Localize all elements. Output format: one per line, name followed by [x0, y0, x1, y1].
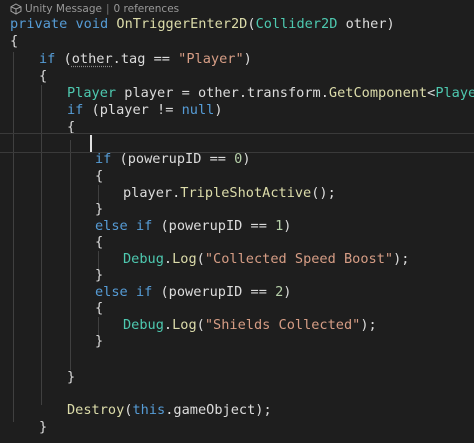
punctuation: ( — [247, 16, 256, 32]
identifier: player. — [123, 185, 181, 201]
punctuation: ); — [393, 251, 410, 267]
brace: { — [95, 168, 104, 184]
method-name: OnTriggerEnter2D — [116, 16, 248, 32]
code-line: Debug.Log("Collected Speed Boost"); — [123, 249, 409, 269]
code-line: Debug.Log("Shields Collected"); — [123, 315, 377, 335]
keyword: private — [10, 16, 68, 32]
expression: (powerupID == — [152, 284, 276, 300]
code-line: private void OnTriggerEnter2D(Collider2D… — [10, 14, 395, 34]
indent-guide — [70, 140, 71, 370]
method-name: Destroy — [67, 402, 125, 418]
keyword: if — [67, 102, 84, 118]
keyword: if — [39, 51, 56, 67]
code-line: } — [39, 417, 47, 437]
method-name: GetComponent — [328, 85, 428, 101]
expression: .tag == — [112, 51, 179, 67]
method-name: Log — [172, 317, 197, 333]
punctuation: . — [163, 251, 173, 267]
code-line: if (other.tag == "Player") — [39, 49, 252, 69]
expression: (player != — [83, 102, 182, 118]
method-name: TripleShotActive — [180, 185, 312, 201]
type-name: Player — [435, 85, 474, 101]
code-line: { — [39, 66, 47, 86]
keyword: if — [135, 218, 153, 234]
punctuation: ( — [196, 317, 205, 333]
brace: { — [95, 300, 104, 316]
string-literal: "Player" — [178, 51, 244, 67]
code-line: else if (powerupID == 2) — [95, 282, 291, 302]
keyword: void — [75, 16, 109, 32]
code-line: } — [95, 331, 103, 351]
brace: { — [95, 234, 104, 250]
punctuation: ( — [55, 51, 72, 67]
code-line: player.TripleShotActive(); — [123, 183, 336, 203]
method-name: Log — [172, 251, 197, 267]
type-name: Debug — [123, 251, 164, 267]
keyword: if — [95, 151, 112, 167]
punctuation: ); — [360, 317, 377, 333]
expression: player = other.transform. — [116, 85, 329, 101]
code-line: else if (powerupID == 1) — [95, 216, 291, 236]
expression: (powerupID == — [152, 218, 276, 234]
keyword: this — [132, 402, 166, 418]
brace: } — [67, 369, 76, 385]
punctuation: ) — [283, 284, 292, 300]
indent-guide — [13, 52, 14, 422]
punctuation: ) — [242, 151, 251, 167]
parameter: other) — [337, 16, 395, 32]
expression: .gameObject); — [165, 402, 272, 418]
brace: } — [95, 333, 104, 349]
code-line: { — [95, 298, 103, 318]
code-line: } — [67, 367, 75, 387]
code-line: Destroy(this.gameObject); — [67, 400, 272, 420]
identifier-other: other — [71, 51, 113, 67]
brace: } — [39, 419, 48, 435]
punctuation: ( — [196, 251, 205, 267]
punctuation: ) — [214, 102, 223, 118]
text-cursor — [90, 135, 92, 152]
code-line: { — [95, 232, 103, 252]
punctuation: ) — [283, 218, 292, 234]
punctuation: (); — [311, 185, 336, 201]
type-name: Debug — [123, 317, 164, 333]
brace: { — [10, 33, 19, 49]
keyword: if — [135, 284, 153, 300]
code-line: { — [10, 31, 18, 51]
code-editor[interactable]: Unity Message | 0 references private voi… — [0, 0, 474, 443]
code-line: { — [95, 166, 103, 186]
brace: } — [95, 201, 104, 217]
string-literal: "Collected Speed Boost" — [204, 251, 394, 267]
type-name: Collider2D — [255, 16, 338, 32]
keyword: null — [181, 102, 215, 118]
string-literal: "Shields Collected" — [204, 317, 361, 333]
type-name: Player — [67, 85, 117, 101]
brace: { — [39, 68, 48, 84]
expression: (powerupID == — [111, 151, 235, 167]
punctuation: ) — [243, 51, 252, 67]
brace: } — [95, 267, 104, 283]
punctuation: . — [163, 317, 173, 333]
code-line: if (player != null) — [67, 100, 223, 120]
code-line: if (powerupID == 0) — [95, 149, 251, 169]
